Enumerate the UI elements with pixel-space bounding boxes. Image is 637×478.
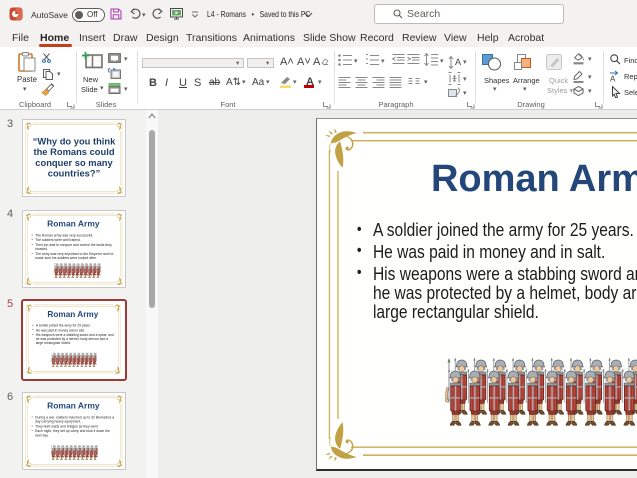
- svg-text:A: A: [455, 57, 461, 67]
- svg-text:A: A: [610, 75, 616, 83]
